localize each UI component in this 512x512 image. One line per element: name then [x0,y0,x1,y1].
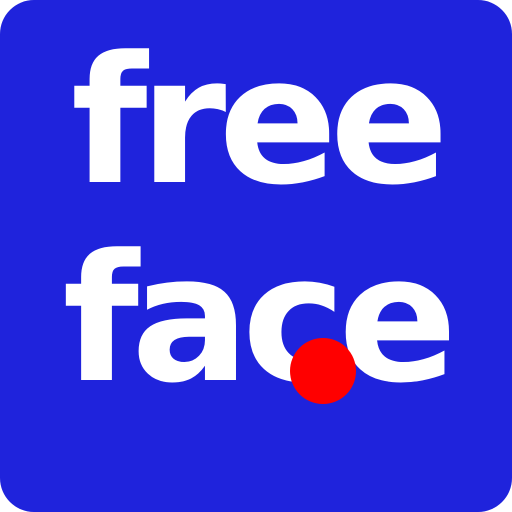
red-dot-icon [290,338,356,404]
logo-word-free: free [70,19,449,224]
logo-tile: free face [0,0,512,512]
logo-word-face: face [62,217,457,422]
